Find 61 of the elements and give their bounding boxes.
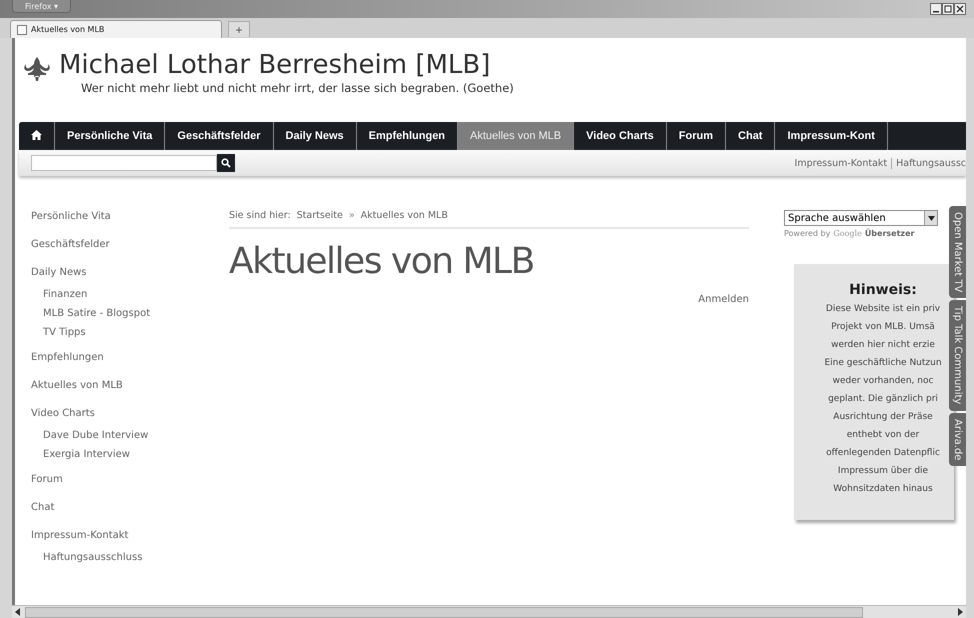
sidebar-item[interactable]: Daily News (31, 266, 229, 280)
sidebar-subitem[interactable]: TV Tipps (31, 326, 229, 340)
scroll-right-icon[interactable] (957, 608, 963, 616)
sidebar-subitem[interactable]: Finanzen (31, 288, 229, 302)
home-icon (31, 130, 42, 140)
new-tab-button[interactable]: + (228, 21, 250, 37)
sidebar-item[interactable]: Impressum-Kontakt (31, 529, 229, 543)
breadcrumb-label: Sie sind hier: (229, 210, 291, 221)
notice-text-line: geplant. Die gänzlich pri (828, 393, 938, 406)
notice-text-line: werden hier nicht erzie (831, 339, 935, 352)
tab-title: Aktuelles von MLB (31, 25, 104, 34)
notice-text-line: enthebt von der (846, 429, 920, 442)
breadcrumb-link[interactable]: Aktuelles von MLB (360, 210, 448, 221)
search-field[interactable] (31, 155, 217, 171)
notice-text-line: Projekt von MLB. Umsä (831, 321, 935, 334)
notice-title: Hinweis: (849, 282, 917, 298)
sidebar-subitem[interactable]: Dave Dube Interview (31, 429, 229, 443)
side-tab[interactable]: Open Market TV (949, 206, 966, 298)
powered-by-label: Powered by (784, 229, 830, 238)
language-select[interactable]: Sprache auswählen (784, 210, 938, 226)
breadcrumb-separator: » (348, 210, 355, 221)
scroll-left-icon[interactable] (15, 608, 21, 616)
sidebar-item[interactable]: Video Charts (31, 407, 229, 421)
top-link[interactable]: Impressum-Kontakt (794, 158, 888, 168)
breadcrumb-link[interactable]: Startseite (296, 210, 343, 221)
notice-text-line: Diese Website ist ein priv (826, 303, 940, 316)
scrollbar-thumb[interactable] (25, 606, 863, 618)
google-logo: Google (833, 229, 862, 238)
search-button[interactable] (217, 154, 235, 172)
sidebar-subitem[interactable]: Exergia Interview (31, 448, 229, 462)
top-link[interactable]: Haftungsaussc (891, 158, 966, 168)
page-icon (17, 24, 27, 34)
sidebar-item[interactable]: Forum (31, 473, 229, 487)
browser-tab[interactable]: Aktuelles von MLB (10, 20, 222, 38)
side-tab[interactable]: Ariva.de (949, 412, 966, 466)
notice-text-line: offenlegenden Datenpflic (826, 447, 940, 460)
sidebar-subitem[interactable]: Haftungsausschluss (31, 551, 229, 565)
sidebar-item[interactable]: Aktuelles von MLB (31, 379, 229, 393)
home-button[interactable] (19, 122, 55, 150)
login-link[interactable]: Anmelden (698, 294, 749, 305)
sidebar-item[interactable]: Empfehlungen (31, 351, 229, 365)
sidebar-item[interactable]: Persönliche Vita (31, 210, 229, 224)
search-icon (221, 158, 231, 168)
site-title: Michael Lothar Berresheim [MLB] (59, 49, 492, 81)
nav-tab[interactable]: Aktuelles von MLB (458, 122, 574, 150)
sidebar-item[interactable]: Geschäftsfelder (31, 238, 229, 252)
fleur-de-lis-icon (23, 56, 51, 82)
translator-label: Übersetzer (864, 229, 914, 238)
notice-text-line: Eine geschäftliche Nutzun (824, 357, 942, 370)
window-controls-icon[interactable] (930, 3, 966, 15)
site-tagline: Wer nicht mehr liebt und nicht mehr irrt, der lasse sich begraben. (Goethe) (80, 81, 514, 95)
notice-text-line: weder vorhanden, noc (832, 375, 934, 388)
sidebar-item[interactable]: Chat (31, 501, 229, 515)
notice-text-line: Impressum über die (838, 465, 928, 478)
browser-menu-button[interactable]: Firefox ▾ (12, 0, 72, 13)
notice-text-line: Wohnsitzdaten hinaus (833, 483, 933, 496)
horizontal-scrollbar[interactable] (12, 605, 966, 618)
notice-text-line: Ausrichtung der Präse (833, 411, 933, 424)
page-heading: Aktuelles von MLB (229, 241, 535, 282)
side-tab[interactable]: Tip Talk Community (949, 300, 966, 411)
sidebar-subitem[interactable]: MLB Satire - Blogspot (31, 307, 229, 321)
